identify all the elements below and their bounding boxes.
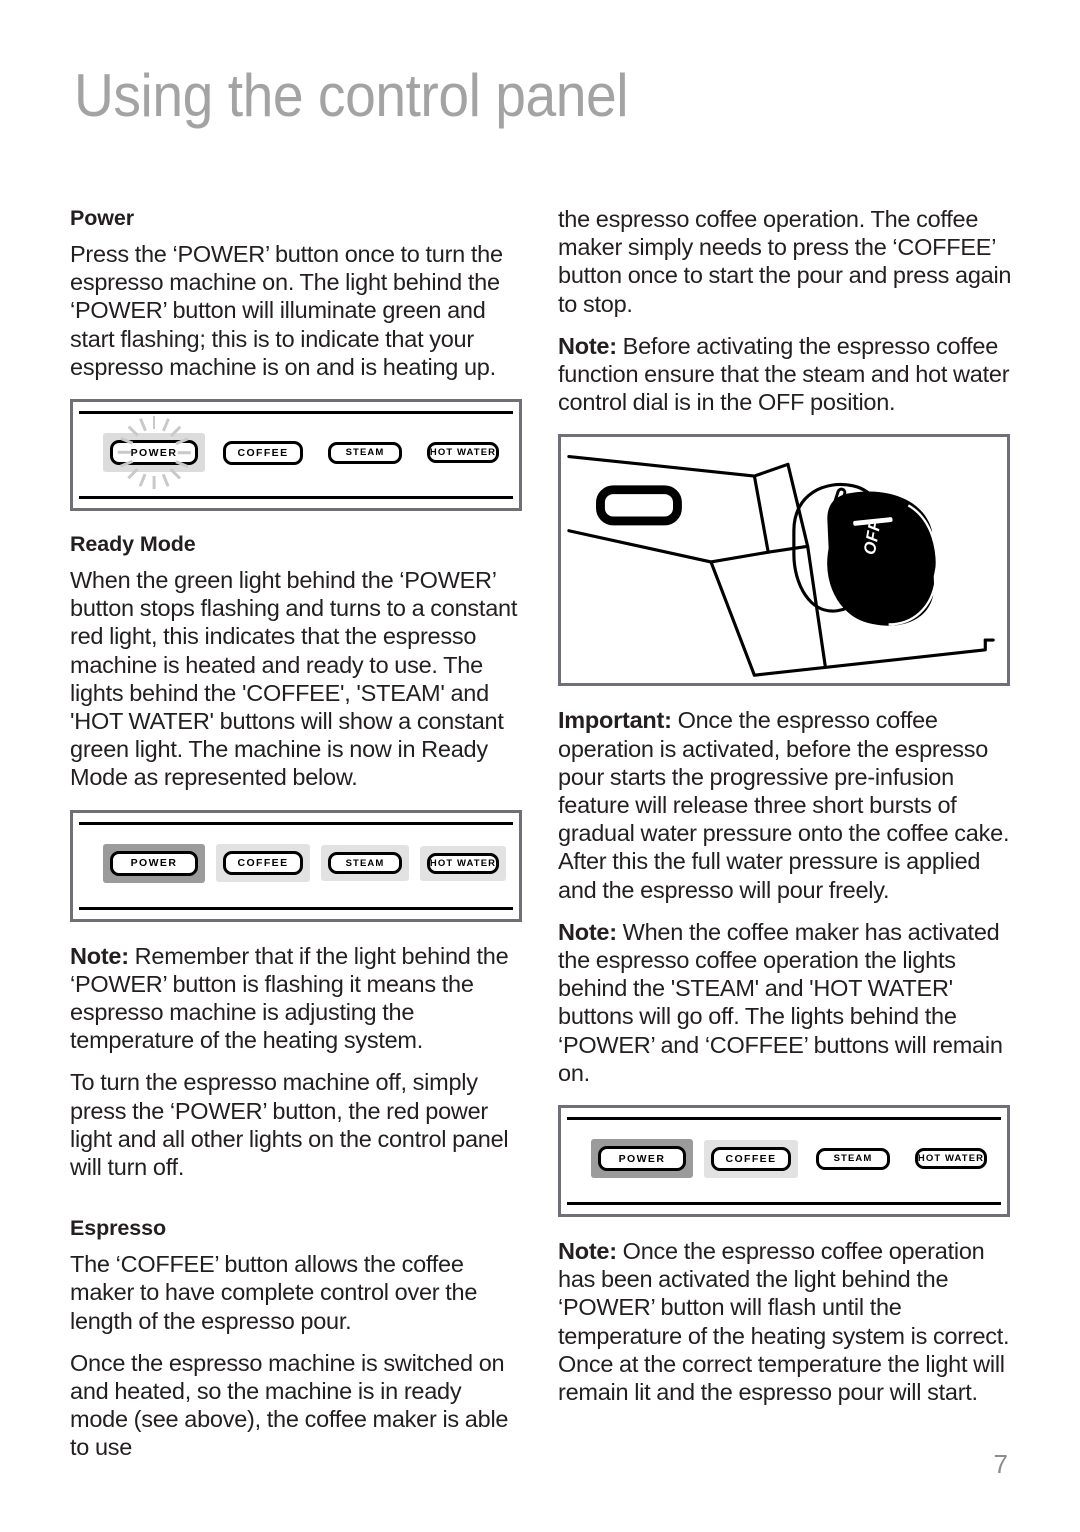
panel-light-steam: STEAM <box>321 845 409 882</box>
panel-button-steam[interactable]: STEAM <box>328 852 402 875</box>
panel-button-power[interactable]: POWER <box>110 850 198 876</box>
page-number: 7 <box>993 1449 1008 1479</box>
panel-button-row: POWER COFFEE STEAM HOT WATER <box>591 1139 994 1179</box>
note-dial-off: Note: Before activating the espresso cof… <box>558 332 1013 417</box>
panel-button-coffee[interactable]: COFFEE <box>223 851 303 876</box>
panel-top-edge <box>79 821 513 825</box>
panel-top-edge <box>79 411 513 415</box>
panel-top-edge <box>567 1117 1001 1121</box>
note-text: Once the espresso coffee operation is ac… <box>558 707 1010 903</box>
heading-ready-mode: Ready Mode <box>70 532 196 557</box>
right-column: the espresso coffee operation. The coffe… <box>558 205 1013 1406</box>
note-lead: Note: <box>558 918 617 945</box>
paragraph-espresso-1: The ‘COFFEE’ button allows the coffee ma… <box>70 1251 478 1334</box>
panel-slot-icon <box>596 485 682 526</box>
panel-light-coffee: COFFEE <box>216 844 310 883</box>
figure-control-dial: OFF <box>558 434 1010 687</box>
paragraph-continued: the espresso coffee operation. The coffe… <box>558 206 1012 317</box>
paragraph-turn-off: To turn the espresso machine off, simply… <box>70 1069 509 1181</box>
panel-bottom-edge <box>79 496 513 500</box>
panel-button-steam[interactable]: STEAM <box>816 1147 890 1170</box>
note-power-flash: Note: Once the espresso coffee operation… <box>558 1237 1013 1406</box>
left-column: Power Press the ‘POWER’ button once to t… <box>70 205 525 1462</box>
panel-light-coffee: COFFEE <box>216 434 310 472</box>
figure-control-panel-ready: POWER COFFEE STEAM HOT WATER <box>70 809 522 922</box>
dial-illustration: OFF <box>567 455 995 678</box>
note-lead: Note: <box>70 942 129 969</box>
panel-button-hot-water[interactable]: HOT WATER <box>427 442 499 464</box>
note-text: Before activating the espresso coffee fu… <box>558 332 1010 416</box>
panel-button-power[interactable]: POWER <box>598 1146 686 1172</box>
panel-button-row: POWER COFFEE STEAM HOT WATER <box>103 843 506 883</box>
panel-button-power[interactable]: POWER <box>110 440 198 466</box>
panel-button-hot-water[interactable]: HOT WATER <box>427 852 499 874</box>
panel-light-hot-water: HOT WATER <box>908 1141 994 1176</box>
panel-light-power: POWER <box>103 843 205 883</box>
note-lead: Important: <box>558 707 672 734</box>
panel-light-power: POWER <box>103 416 205 490</box>
panel-light-steam: STEAM <box>321 435 409 471</box>
paragraph-espresso-2: Once the espresso machine is switched on… <box>70 1349 509 1461</box>
note-flashing-power: Note: Remember that if the light behind … <box>70 942 525 1055</box>
panel-button-steam[interactable]: STEAM <box>328 441 402 464</box>
note-text: Remember that if the light behind the ‘P… <box>70 942 509 1054</box>
panel-light-coffee: COFFEE <box>704 1139 798 1178</box>
figure-control-panel-flashing: POWER COFFEE STEAM HOT WATER <box>70 399 522 512</box>
note-lights-off: Note: When the coffee maker has activate… <box>558 918 1013 1087</box>
panel-light-steam: STEAM <box>809 1141 897 1177</box>
note-text: When the coffee maker has activated the … <box>558 918 1003 1086</box>
note-important-preinfusion: Important: Once the espresso coffee oper… <box>558 706 1013 903</box>
paragraph-power: Press the ‘POWER’ button once to turn th… <box>70 241 503 380</box>
note-text: Once the espresso coffee operation has b… <box>558 1238 1010 1406</box>
panel-button-coffee[interactable]: COFFEE <box>223 440 303 465</box>
panel-bottom-edge <box>79 906 513 910</box>
panel-button-row: POWER COFFEE STEAM HOT WATER <box>103 416 506 490</box>
figure-control-panel-brewing: POWER COFFEE STEAM HOT WATER <box>558 1105 1010 1218</box>
panel-light-power: POWER <box>591 1139 693 1179</box>
note-lead: Note: <box>558 332 617 359</box>
panel-light-hot-water: HOT WATER <box>420 845 506 881</box>
paragraph-ready-mode: When the green light behind the ‘POWER’ … <box>70 567 518 791</box>
panel-button-hot-water[interactable]: HOT WATER <box>915 1148 987 1170</box>
heading-power: Power <box>70 206 135 230</box>
panel-light-hot-water: HOT WATER <box>420 435 506 470</box>
page-title: Using the control panel <box>74 62 629 129</box>
panel-bottom-edge <box>567 1202 1001 1206</box>
panel-button-coffee[interactable]: COFFEE <box>711 1146 791 1171</box>
note-lead: Note: <box>558 1238 617 1265</box>
heading-espresso: Espresso <box>70 1216 167 1241</box>
